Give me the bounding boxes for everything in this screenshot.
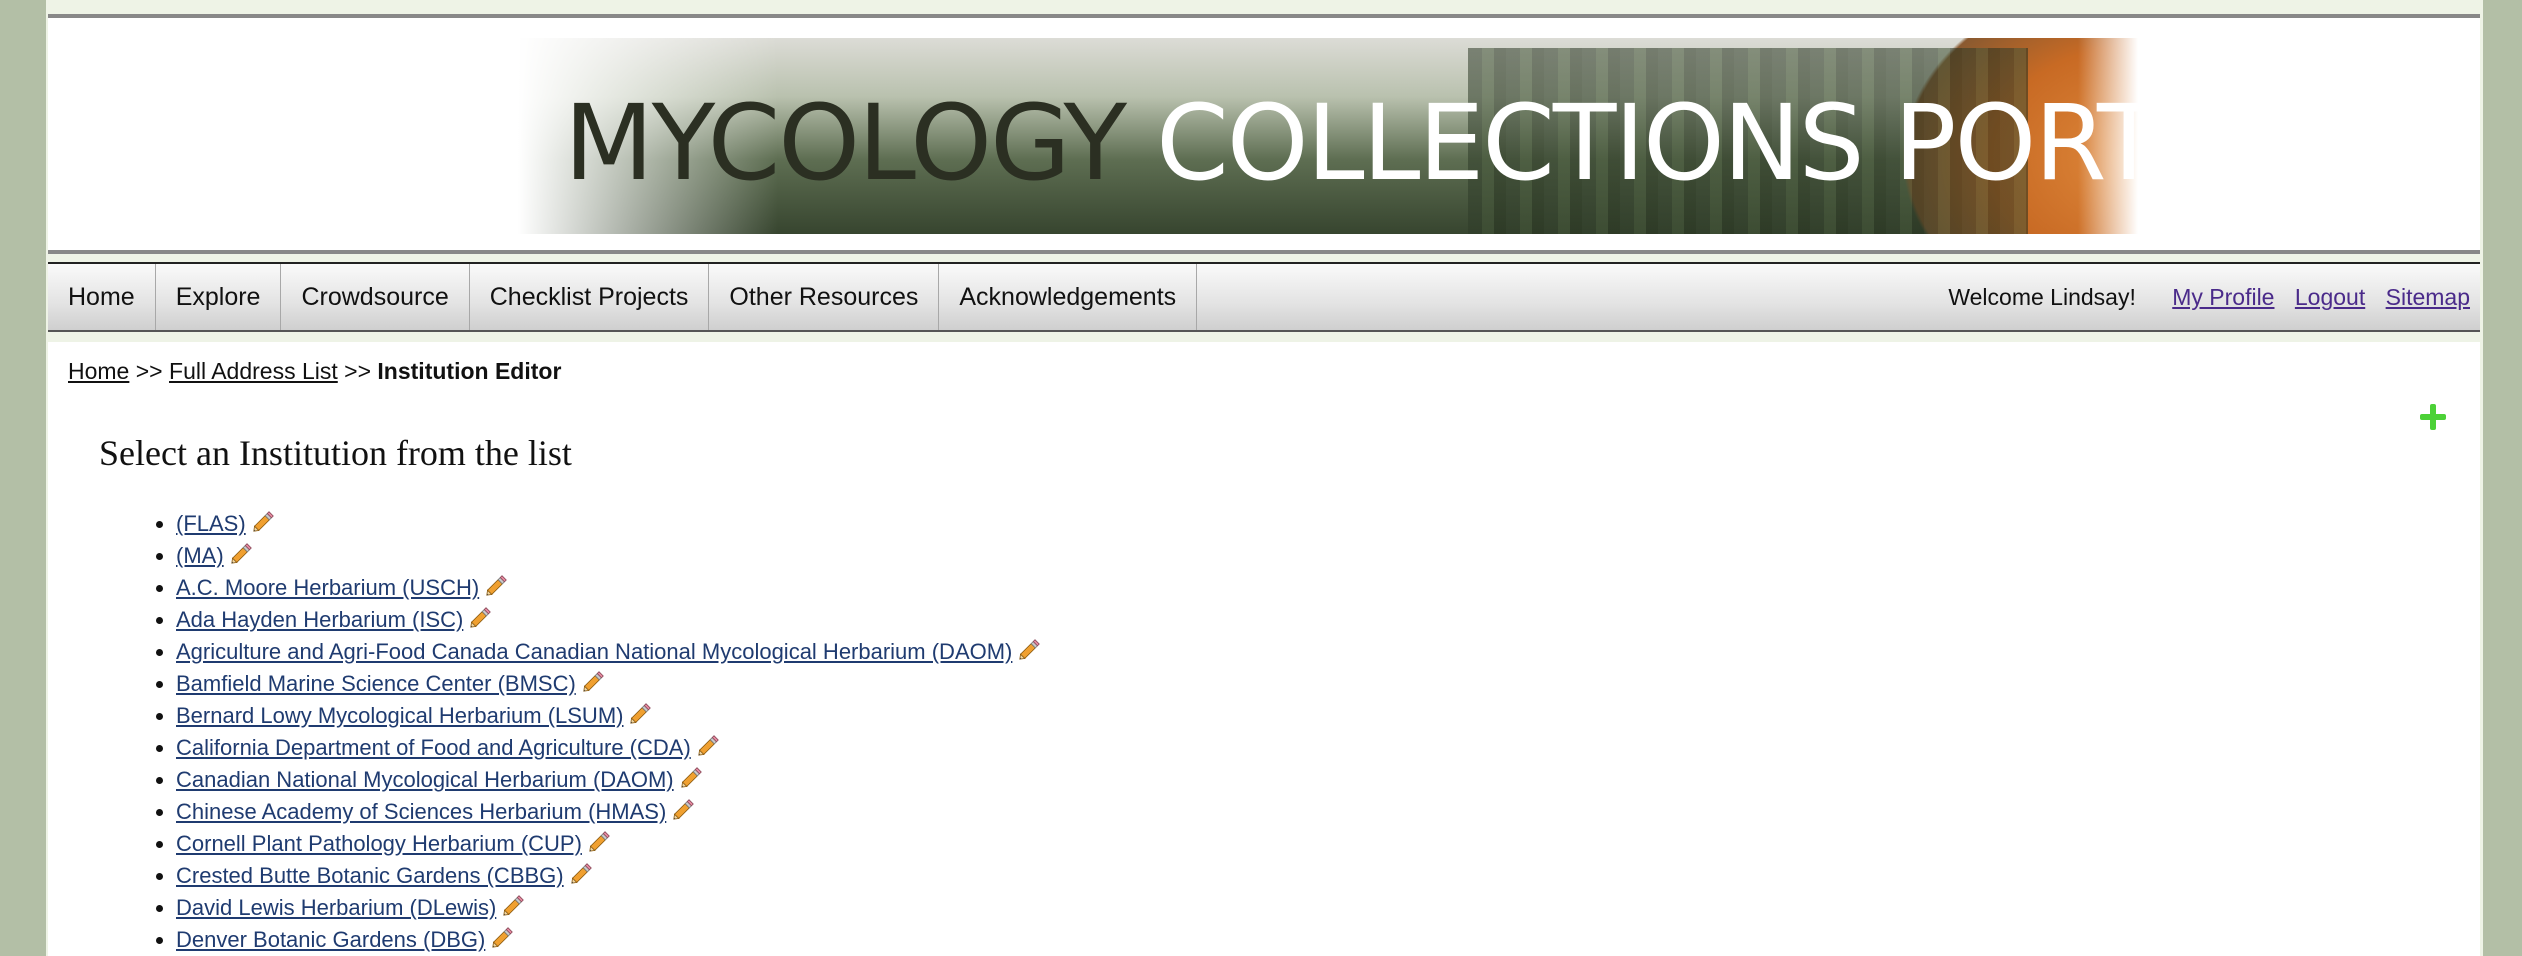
- list-item: Agriculture and Agri-Food Canada Canadia…: [176, 636, 1042, 668]
- institution-link[interactable]: David Lewis Herbarium (DLewis): [176, 895, 496, 920]
- institution-link[interactable]: Agriculture and Agri-Food Canada Canadia…: [176, 639, 1012, 664]
- header-banner: MYCOLOGY COLLECTIONS PORTAL: [48, 14, 2480, 254]
- institution-link[interactable]: California Department of Food and Agricu…: [176, 735, 691, 760]
- pencil-icon[interactable]: [489, 927, 515, 949]
- institution-link[interactable]: A.C. Moore Herbarium (USCH): [176, 575, 479, 600]
- nav-item-crowdsource[interactable]: Crowdsource: [281, 264, 470, 330]
- pencil-icon[interactable]: [586, 831, 612, 853]
- list-item: (MA): [176, 540, 1042, 572]
- list-item: California Department of Food and Agricu…: [176, 732, 1042, 764]
- pencil-icon[interactable]: [695, 735, 721, 757]
- breadcrumb: Home >> Full Address List >> Institution…: [68, 358, 561, 385]
- list-item: Canadian National Mycological Herbarium …: [176, 764, 1042, 796]
- pencil-icon[interactable]: [467, 607, 493, 629]
- pencil-icon[interactable]: [1016, 639, 1042, 661]
- nav-item-checklist-projects[interactable]: Checklist Projects: [470, 264, 710, 330]
- institution-link[interactable]: Bernard Lowy Mycological Herbarium (LSUM…: [176, 703, 623, 728]
- list-item: Chinese Academy of Sciences Herbarium (H…: [176, 796, 1042, 828]
- institution-link[interactable]: (FLAS): [176, 511, 246, 536]
- main-nav: Home Explore Crowdsource Checklist Projects…: [48, 262, 2480, 332]
- main-content: Home >> Full Address List >> Institution…: [48, 342, 2480, 956]
- breadcrumb-separator: >>: [344, 358, 372, 384]
- pencil-icon[interactable]: [580, 671, 606, 693]
- pencil-icon[interactable]: [627, 703, 653, 725]
- nav-menu: Home Explore Crowdsource Checklist Projects…: [48, 264, 1198, 330]
- institution-link[interactable]: Chinese Academy of Sciences Herbarium (H…: [176, 799, 666, 824]
- list-item: Bernard Lowy Mycological Herbarium (LSUM…: [176, 700, 1042, 732]
- user-menu: Welcome Lindsay! My Profile Logout Sitem…: [1948, 264, 2470, 330]
- breadcrumb-full-address-list[interactable]: Full Address List: [169, 358, 338, 384]
- list-item: Cornell Plant Pathology Herbarium (CUP): [176, 828, 1042, 860]
- nav-item-other-resources[interactable]: Other Resources: [709, 264, 940, 330]
- pencil-icon[interactable]: [250, 511, 276, 533]
- institution-link[interactable]: Cornell Plant Pathology Herbarium (CUP): [176, 831, 582, 856]
- breadcrumb-home[interactable]: Home: [68, 358, 129, 384]
- page-title: Select an Institution from the list: [99, 433, 572, 473]
- list-item: (FLAS): [176, 508, 1042, 540]
- nav-item-acknowledgements[interactable]: Acknowledgements: [939, 264, 1198, 330]
- nav-item-home[interactable]: Home: [48, 264, 156, 330]
- welcome-text: Welcome Lindsay!: [1948, 284, 2136, 310]
- pencil-icon[interactable]: [228, 543, 254, 565]
- institution-link[interactable]: Crested Butte Botanic Gardens (CBBG): [176, 863, 564, 888]
- institution-link[interactable]: (MA): [176, 543, 224, 568]
- list-item: A.C. Moore Herbarium (USCH): [176, 572, 1042, 604]
- institution-list: (FLAS) (MA) A.C. Moore Herbarium (USCH) Ada…: [100, 508, 1042, 956]
- list-item: Denver Botanic Gardens (DBG): [176, 924, 1042, 956]
- sitemap-link[interactable]: Sitemap: [2386, 284, 2470, 310]
- institution-link[interactable]: Bamfield Marine Science Center (BMSC): [176, 671, 576, 696]
- list-item: Bamfield Marine Science Center (BMSC): [176, 668, 1042, 700]
- institution-link[interactable]: Ada Hayden Herbarium (ISC): [176, 607, 463, 632]
- site-title: MYCOLOGY COLLECTIONS PORTAL: [564, 82, 2138, 204]
- pencil-icon[interactable]: [500, 895, 526, 917]
- plus-icon[interactable]: [2418, 402, 2448, 432]
- my-profile-link[interactable]: My Profile: [2172, 284, 2274, 310]
- breadcrumb-current: Institution Editor: [377, 358, 562, 384]
- site-title-dark: MYCOLOGY: [564, 82, 1127, 204]
- breadcrumb-separator: >>: [135, 358, 163, 384]
- pencil-icon[interactable]: [568, 863, 594, 885]
- list-item: Ada Hayden Herbarium (ISC): [176, 604, 1042, 636]
- site-title-light: COLLECTIONS PORTAL: [1156, 82, 2138, 204]
- list-item: David Lewis Herbarium (DLewis): [176, 892, 1042, 924]
- banner-image: MYCOLOGY COLLECTIONS PORTAL: [518, 38, 2138, 234]
- pencil-icon[interactable]: [483, 575, 509, 597]
- nav-item-explore[interactable]: Explore: [156, 264, 282, 330]
- list-item: Crested Butte Botanic Gardens (CBBG): [176, 860, 1042, 892]
- logout-link[interactable]: Logout: [2295, 284, 2365, 310]
- page-container: MYCOLOGY COLLECTIONS PORTAL HomeExploreC…: [46, 0, 2483, 956]
- pencil-icon[interactable]: [670, 799, 696, 821]
- institution-link[interactable]: Denver Botanic Gardens (DBG): [176, 927, 485, 952]
- institution-link[interactable]: Canadian National Mycological Herbarium …: [176, 767, 674, 792]
- pencil-icon[interactable]: [678, 767, 704, 789]
